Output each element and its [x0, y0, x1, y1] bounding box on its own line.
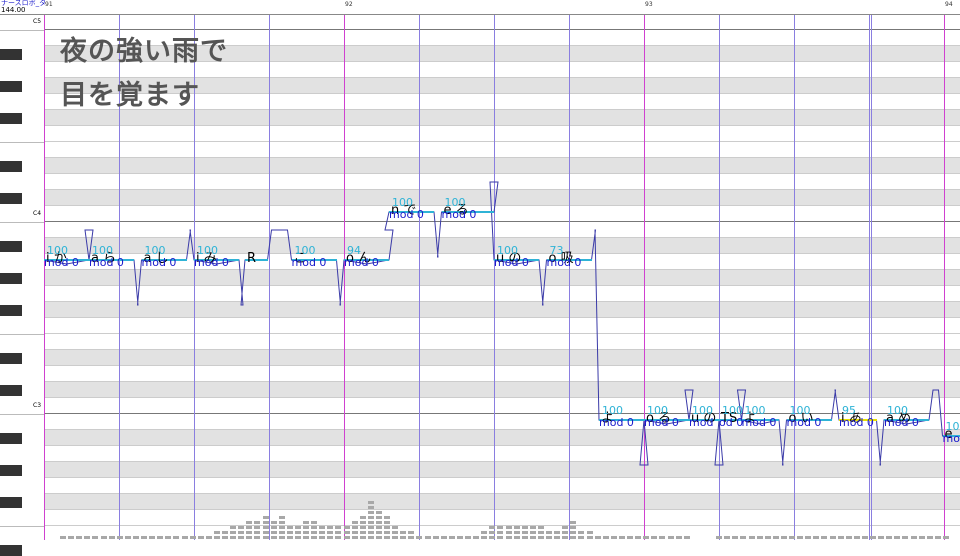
note-modulation: mod 0 — [344, 257, 379, 268]
note-velocity: 100 — [647, 405, 668, 416]
note-velocity: 100 — [145, 245, 166, 256]
tempo-label: 144.00 — [1, 7, 45, 14]
note-modulation: mod 0 — [599, 417, 634, 428]
note-velocity: 100 — [197, 245, 218, 256]
overlay-line-2: 目を覚ます — [60, 74, 228, 118]
note-modulation: mod 0 — [839, 417, 874, 428]
note-velocity: 100 — [790, 405, 811, 416]
note-velocity: 10 — [946, 421, 960, 432]
note-modulation: mod 0 — [742, 417, 777, 428]
track-info: ナースロボ_タイプT 144.00 — [1, 0, 45, 14]
note-modulation: mod 0 — [142, 257, 177, 268]
note-velocity: 100 — [722, 405, 743, 416]
note-modulation: mod 0 — [292, 257, 327, 268]
note-modulation: mod 0 — [442, 209, 477, 220]
measure-number: 92 — [345, 1, 353, 8]
black-key[interactable] — [0, 305, 22, 316]
black-key[interactable] — [0, 49, 22, 60]
white-key-divider — [0, 222, 44, 223]
note-velocity: 100 — [295, 245, 316, 256]
note-velocity: 100 — [497, 245, 518, 256]
black-key[interactable] — [0, 433, 22, 444]
overlay-line-1: 夜の強い雨で — [60, 30, 228, 74]
note-modulation: od 0 — [719, 417, 743, 428]
note-lyric[interactable]: R — [247, 252, 256, 265]
black-key[interactable] — [0, 465, 22, 476]
black-key[interactable] — [0, 113, 22, 124]
black-key[interactable] — [0, 545, 22, 556]
note-velocity: 100 — [92, 245, 113, 256]
measure-ruler[interactable] — [0, 0, 960, 15]
measure-number: 91 — [45, 1, 53, 8]
white-key-divider — [0, 30, 44, 31]
black-key[interactable] — [0, 353, 22, 364]
note-modulation: mod 0 — [44, 257, 79, 268]
note-velocity: 100 — [392, 197, 413, 208]
note-modulation: mod 0 — [884, 417, 919, 428]
black-key[interactable] — [0, 81, 22, 92]
note-velocity: 100 — [47, 245, 68, 256]
note-velocity: 100 — [745, 405, 766, 416]
note-modulation: mod 0 — [787, 417, 822, 428]
black-key[interactable] — [0, 385, 22, 396]
note-velocity: 100 — [445, 197, 466, 208]
octave-label: C5 — [33, 18, 41, 25]
lyric-overlay: 夜の強い雨で 目を覚ます — [60, 30, 228, 118]
note-modulation: mod 0 — [194, 257, 229, 268]
note-modulation: mod 0 — [494, 257, 529, 268]
black-key[interactable] — [0, 497, 22, 508]
note-modulation: mod 0 — [644, 417, 679, 428]
note-velocity: 73 — [550, 245, 564, 256]
note-modulation: mod — [689, 417, 713, 428]
piano-keyboard[interactable]: C5 C4 C3 — [0, 0, 45, 540]
measure-number: 93 — [645, 1, 653, 8]
black-key[interactable] — [0, 161, 22, 172]
octave-label: C3 — [33, 402, 41, 409]
black-key[interactable] — [0, 193, 22, 204]
white-key-divider — [0, 142, 44, 143]
white-key-divider — [0, 526, 44, 527]
note-modulation: mod 0 — [389, 209, 424, 220]
note-velocity: 100 — [887, 405, 908, 416]
measure-number: 94 — [945, 1, 953, 8]
black-key[interactable] — [0, 241, 22, 252]
white-key-divider — [0, 414, 44, 415]
octave-label: C4 — [33, 210, 41, 217]
note-velocity: 100 — [602, 405, 623, 416]
note-velocity: 95 — [842, 405, 856, 416]
note-modulation: mod — [943, 433, 960, 444]
white-key-divider — [0, 334, 44, 335]
note-velocity: 100 — [692, 405, 713, 416]
note-velocity: 94 — [347, 245, 361, 256]
note-modulation: mod 0 — [89, 257, 124, 268]
black-key[interactable] — [0, 273, 22, 284]
pitch-bend-line[interactable] — [44, 182, 960, 465]
note-modulation: mod 0 — [547, 257, 582, 268]
